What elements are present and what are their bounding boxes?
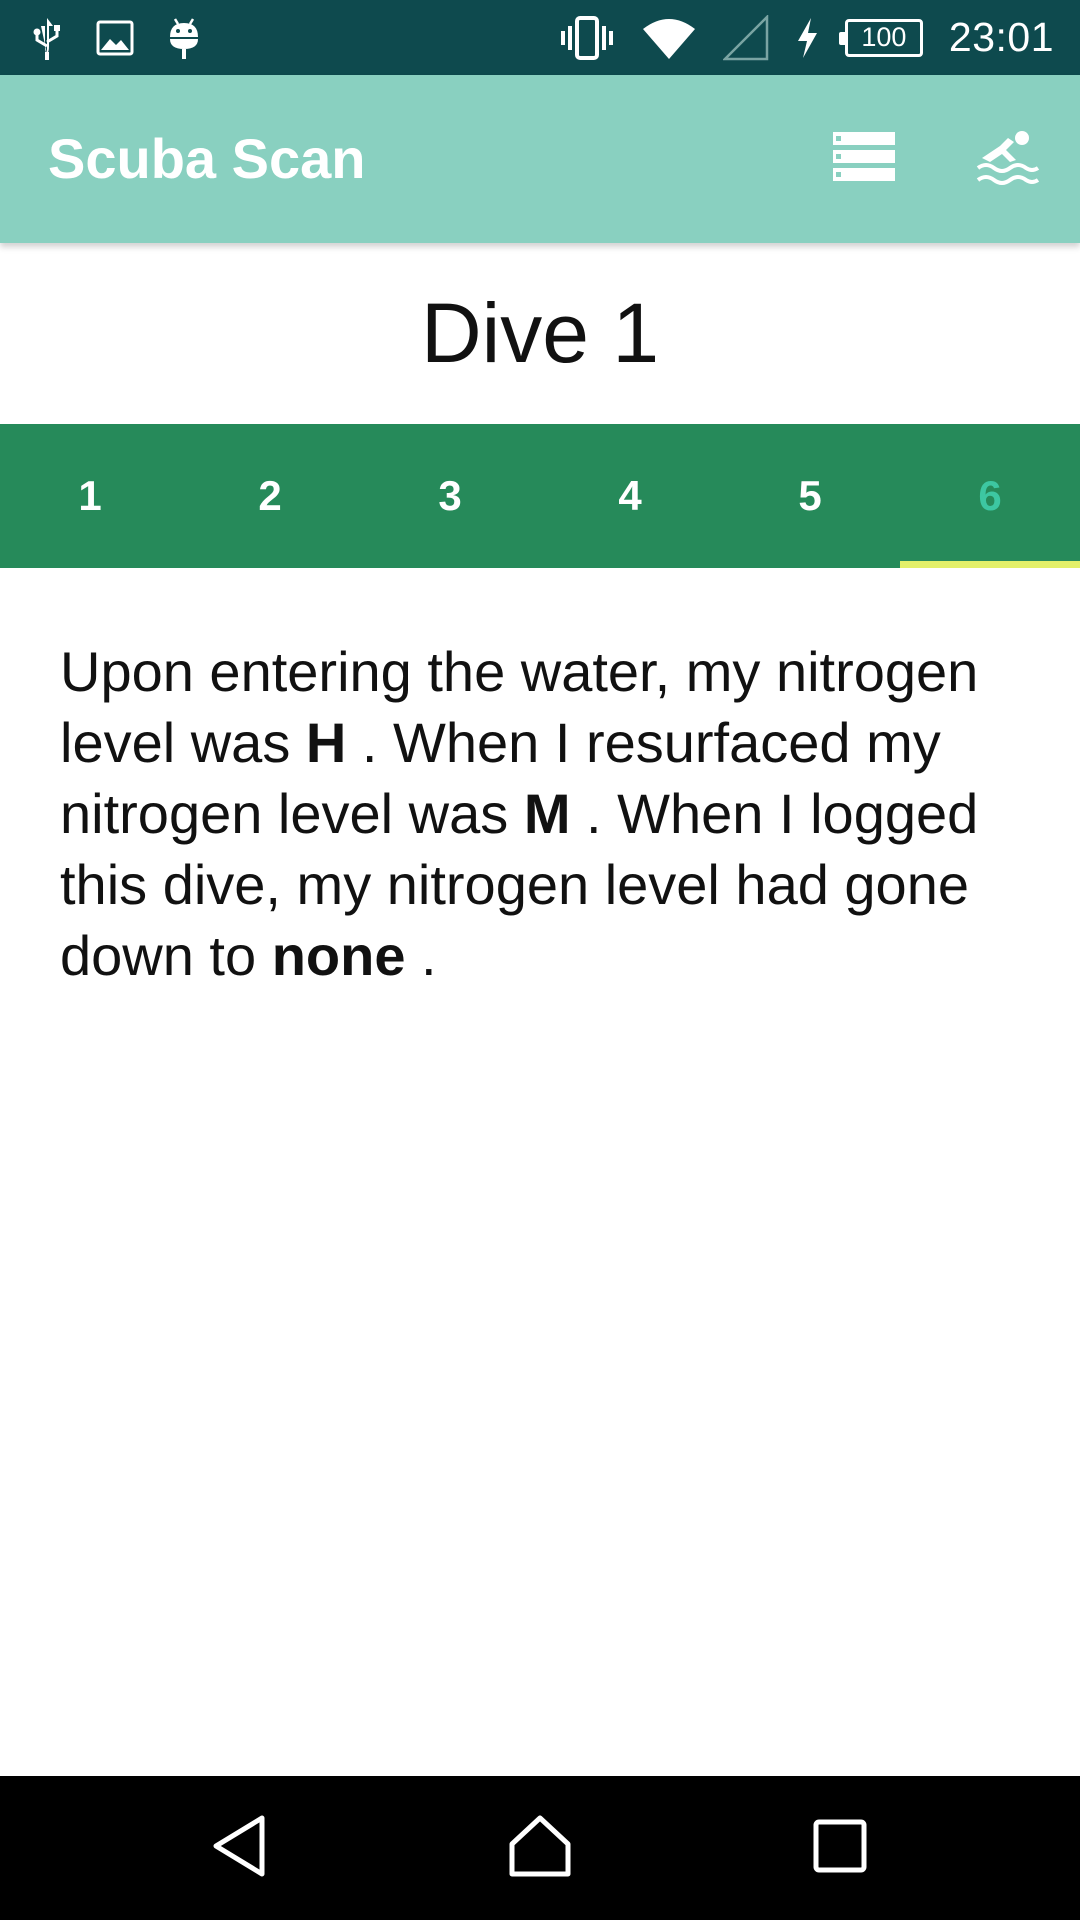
app-bar: Scuba Scan [0, 75, 1080, 243]
swimmer-icon [976, 128, 1040, 191]
status-right: 100 23:01 [559, 0, 1054, 75]
list-button[interactable] [822, 117, 906, 201]
tab-4[interactable]: 4 [540, 424, 720, 568]
battery-icon: 100 [838, 18, 923, 57]
status-bar: 100 23:01 [0, 0, 1080, 75]
text-part-4: . [405, 924, 437, 987]
tab-bar: 1 2 3 4 5 6 [0, 424, 1080, 568]
recents-button[interactable] [790, 1798, 890, 1898]
tab-3[interactable]: 3 [360, 424, 540, 568]
vibrate-icon [559, 15, 615, 60]
dive-title: Dive 1 [420, 286, 660, 380]
back-icon [210, 1814, 270, 1883]
image-icon [96, 20, 134, 56]
app-title: Scuba Scan [48, 127, 366, 190]
navigation-bar [0, 1776, 1080, 1920]
usb-icon [30, 16, 64, 60]
tab-5[interactable]: 5 [720, 424, 900, 568]
android-debug-icon [166, 15, 202, 61]
tab-1[interactable]: 1 [0, 424, 180, 568]
logged-nitrogen-level: none [271, 924, 406, 987]
tab-2[interactable]: 2 [180, 424, 360, 568]
recents-icon [812, 1818, 868, 1879]
home-button[interactable] [490, 1798, 590, 1898]
status-time: 23:01 [948, 14, 1054, 60]
back-button[interactable] [190, 1798, 290, 1898]
cell-signal-icon [722, 14, 769, 61]
tab-6[interactable]: 6 [900, 424, 1080, 568]
screen: 100 23:01 Scuba Scan Dive 1 1 2 3 4 5 6 … [0, 0, 1080, 1920]
charging-icon [795, 16, 819, 60]
home-icon [508, 1814, 572, 1883]
list-icon [833, 131, 895, 187]
dive-description: Upon entering the water, my nitrogen lev… [60, 636, 990, 991]
battery-level: 100 [861, 22, 907, 52]
status-left [30, 0, 202, 75]
wifi-icon [641, 15, 697, 61]
start-nitrogen-level: H [305, 711, 347, 774]
swim-button[interactable] [966, 117, 1050, 201]
end-nitrogen-level: M [523, 782, 571, 845]
